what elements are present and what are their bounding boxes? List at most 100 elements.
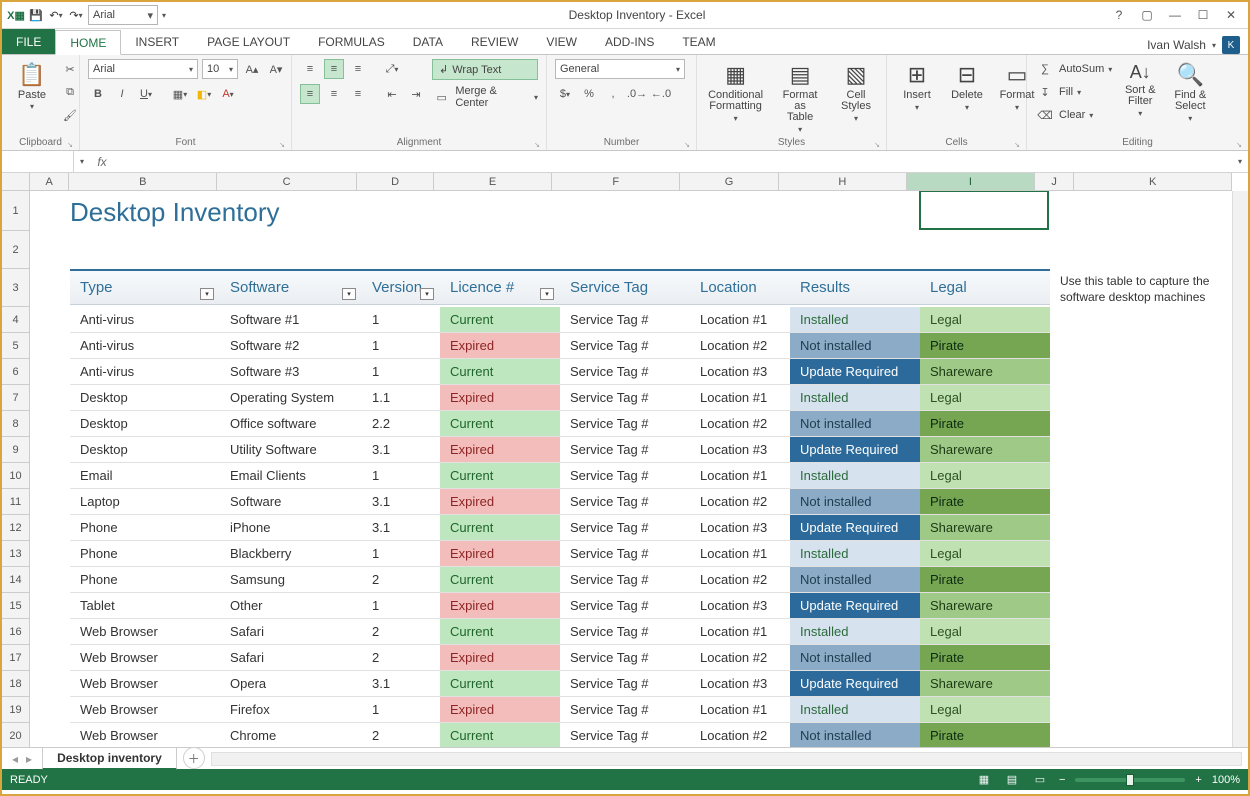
cell[interactable]: Web Browser [70, 697, 220, 722]
cell[interactable]: Current [440, 671, 560, 696]
vertical-scrollbar[interactable] [1232, 191, 1248, 747]
cell[interactable]: Web Browser [70, 671, 220, 696]
cell[interactable]: Pirate [920, 333, 1050, 358]
row-header-1[interactable]: 1 [2, 191, 29, 231]
table-row[interactable]: EmailEmail Clients1CurrentService Tag #L… [70, 463, 1050, 489]
close-icon[interactable]: ✕ [1222, 8, 1240, 22]
cell[interactable]: Pirate [920, 411, 1050, 436]
cell[interactable]: Service Tag # [560, 697, 690, 722]
paste-button[interactable]: 📋 Paste▾ [10, 59, 54, 115]
cell[interactable]: Utility Software [220, 437, 362, 462]
filter-dropdown-icon[interactable]: ▾ [420, 288, 434, 300]
cell[interactable]: Update Required [790, 515, 920, 540]
cell[interactable]: Not installed [790, 645, 920, 670]
redo-icon[interactable]: ↷▾ [68, 7, 84, 23]
cell[interactable]: Not installed [790, 567, 920, 592]
cell[interactable]: 3.1 [362, 671, 440, 696]
col-header-C[interactable]: C [217, 173, 357, 190]
cell[interactable]: Chrome [220, 723, 362, 747]
cell[interactable]: Shareware [920, 593, 1050, 618]
cut-icon[interactable]: ✂ [60, 59, 80, 79]
cell[interactable]: Email [70, 463, 220, 488]
align-middle-icon[interactable]: ≡ [324, 59, 344, 79]
insert-cells-button[interactable]: ⊞Insert▾ [895, 59, 939, 115]
cell[interactable]: Current [440, 723, 560, 747]
cell[interactable]: Location #2 [690, 411, 790, 436]
undo-icon[interactable]: ↶▾ [48, 7, 64, 23]
conditional-formatting-button[interactable]: ▦ConditionalFormatting▾ [705, 59, 766, 126]
save-icon[interactable]: 💾 [28, 7, 44, 23]
autosum-button[interactable]: ∑AutoSum ▾ [1035, 59, 1112, 79]
cell[interactable]: Not installed [790, 723, 920, 747]
cell[interactable]: Expired [440, 593, 560, 618]
tab-review[interactable]: REVIEW [457, 29, 532, 54]
cell[interactable]: Location #2 [690, 645, 790, 670]
cell[interactable]: Desktop [70, 437, 220, 462]
cell[interactable]: Web Browser [70, 723, 220, 747]
row-header-16[interactable]: 16 [2, 619, 29, 645]
table-row[interactable]: Web BrowserSafari2ExpiredService Tag #Lo… [70, 645, 1050, 671]
cell[interactable]: Location #3 [690, 593, 790, 618]
cell[interactable]: 1 [362, 593, 440, 618]
row-header-11[interactable]: 11 [2, 489, 29, 515]
cell[interactable]: Current [440, 411, 560, 436]
cell[interactable]: Laptop [70, 489, 220, 514]
row-header-19[interactable]: 19 [2, 697, 29, 723]
accounting-icon[interactable]: $▾ [555, 84, 575, 104]
cell[interactable]: Location #1 [690, 541, 790, 566]
cell[interactable]: Location #3 [690, 515, 790, 540]
cell[interactable]: Legal [920, 463, 1050, 488]
cell[interactable]: Phone [70, 567, 220, 592]
cell[interactable]: Location #3 [690, 671, 790, 696]
cell[interactable]: Pirate [920, 567, 1050, 592]
row-header-8[interactable]: 8 [2, 411, 29, 437]
cell[interactable]: Installed [790, 307, 920, 332]
format-painter-icon[interactable]: 🖌 [60, 105, 80, 125]
tab-team[interactable]: TEAM [668, 29, 729, 54]
tab-view[interactable]: VIEW [532, 29, 591, 54]
cell[interactable]: 1.1 [362, 385, 440, 410]
cell[interactable]: Not installed [790, 333, 920, 358]
cell[interactable]: Office software [220, 411, 362, 436]
cell[interactable]: Service Tag # [560, 515, 690, 540]
cell[interactable]: 2 [362, 723, 440, 747]
copy-icon[interactable]: ⧉ [60, 82, 80, 102]
row-headers[interactable]: 123456789101112131415161718192021 [2, 191, 30, 747]
row-header-2[interactable]: 2 [2, 231, 29, 269]
cell[interactable]: Web Browser [70, 645, 220, 670]
ribbon-display-icon[interactable]: ▢ [1138, 8, 1156, 22]
cell[interactable]: Installed [790, 541, 920, 566]
col-header-E[interactable]: E [434, 173, 552, 190]
cell[interactable]: Location #3 [690, 437, 790, 462]
row-header-9[interactable]: 9 [2, 437, 29, 463]
minimize-icon[interactable]: — [1166, 8, 1184, 22]
maximize-icon[interactable]: ☐ [1194, 8, 1212, 22]
cell[interactable]: Service Tag # [560, 489, 690, 514]
cell[interactable]: Blackberry [220, 541, 362, 566]
cell[interactable]: Anti-virus [70, 359, 220, 384]
table-row[interactable]: Anti-virusSoftware #11CurrentService Tag… [70, 307, 1050, 333]
font-color-icon[interactable]: A▾ [218, 84, 238, 104]
col-header-I[interactable]: I [907, 173, 1035, 190]
cell[interactable]: Other [220, 593, 362, 618]
fill-color-icon[interactable]: ◧▾ [194, 84, 214, 104]
name-box[interactable] [2, 151, 74, 172]
cell[interactable]: Service Tag # [560, 333, 690, 358]
cell[interactable]: Desktop [70, 385, 220, 410]
row-header-14[interactable]: 14 [2, 567, 29, 593]
table-row[interactable]: PhoneBlackberry1ExpiredService Tag #Loca… [70, 541, 1050, 567]
cell[interactable]: Software #1 [220, 307, 362, 332]
col-header-H[interactable]: H [779, 173, 907, 190]
bold-icon[interactable]: B [88, 84, 108, 104]
increase-decimal-icon[interactable]: .0→ [627, 84, 647, 104]
cell[interactable]: Legal [920, 385, 1050, 410]
table-header-version[interactable]: Version▾ [362, 271, 440, 304]
row-header-4[interactable]: 4 [2, 307, 29, 333]
border-icon[interactable]: ▦▾ [170, 84, 190, 104]
table-header-licence-[interactable]: Licence #▾ [440, 271, 560, 304]
expand-formula-icon[interactable]: ▾ [1232, 157, 1248, 166]
cell[interactable]: 2 [362, 567, 440, 592]
cell[interactable]: Opera [220, 671, 362, 696]
help-icon[interactable]: ? [1110, 8, 1128, 22]
name-box-drop-icon[interactable]: ▾ [74, 157, 90, 166]
